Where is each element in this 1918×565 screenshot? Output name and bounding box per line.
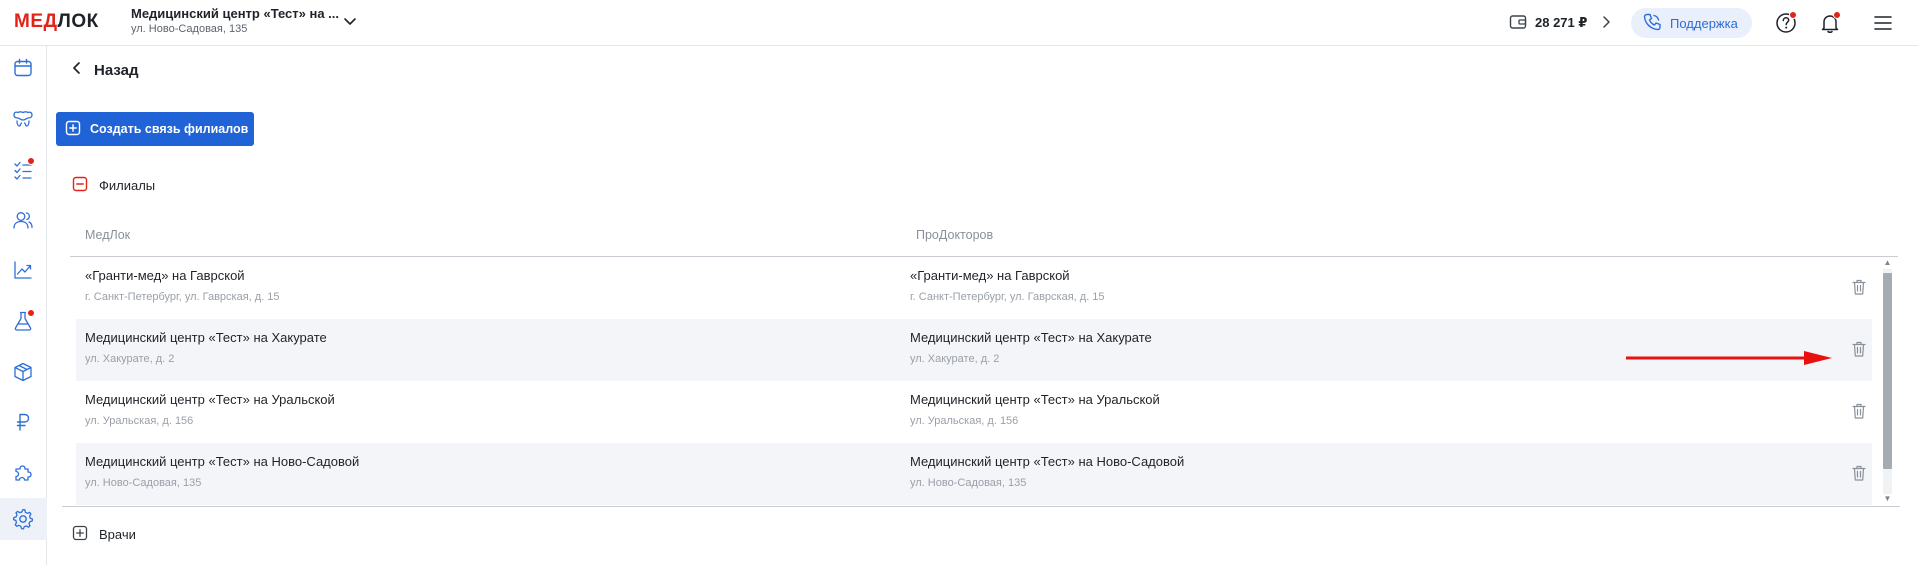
medlok-branch-address: ул. Хакурате, д. 2: [85, 353, 175, 365]
back-label: Назад: [94, 61, 139, 79]
table-row: Медицинский центр «Тест» на Уральской ул…: [76, 381, 1872, 443]
medlok-branch-name: Медицинский центр «Тест» на Уральской: [85, 392, 335, 407]
checklist-notification-dot: [27, 157, 35, 165]
balance-amount: 28 271 ₽: [1535, 15, 1588, 30]
table-scrollbar[interactable]: ▲ ▼: [1881, 257, 1893, 506]
users-icon[interactable]: [10, 207, 36, 233]
table-row: Медицинский центр «Тест» на Хакурате ул.…: [76, 319, 1872, 381]
scroll-thumb[interactable]: [1883, 273, 1892, 469]
minus-square-icon: [72, 176, 88, 195]
scroll-down-icon[interactable]: ▼: [1882, 494, 1893, 504]
help-icon[interactable]: [1773, 10, 1799, 36]
medlok-branch-address: г. Санкт-Петербург, ул. Гаврская, д. 15: [85, 291, 280, 303]
create-branch-link-label: Создать связь филиалов: [90, 122, 249, 136]
top-bar: МЕДЛОК Медицинский центр «Тест» на ... у…: [0, 0, 1918, 46]
wallet-icon: [1509, 14, 1527, 33]
chevron-left-icon: [72, 61, 82, 79]
clinic-selector[interactable]: Медицинский центр «Тест» на ... ул. Ново…: [131, 6, 339, 35]
annotation-arrow-icon: [1626, 351, 1832, 365]
analytics-icon[interactable]: [10, 257, 36, 283]
table-body: «Гранти-мед» на Гаврской г. Санкт-Петерб…: [70, 257, 1898, 506]
medlok-branch-name: «Гранти-мед» на Гаврской: [85, 268, 245, 283]
lab-notification-dot: [27, 309, 35, 317]
prodoctorov-branch-address: г. Санкт-Петербург, ул. Гаврская, д. 15: [910, 291, 1105, 303]
support-button[interactable]: Поддержка: [1631, 8, 1752, 38]
medlok-branch-address: ул. Ново-Садовая, 135: [85, 477, 202, 489]
sidebar: [0, 46, 47, 565]
prodoctorov-cell: «Гранти-мед» на Гаврской г. Санкт-Петерб…: [910, 268, 1105, 303]
table-row: «Гранти-мед» на Гаврской г. Санкт-Петерб…: [76, 257, 1872, 319]
prodoctorov-branch-name: Медицинский центр «Тест» на Уральской: [910, 392, 1160, 407]
prodoctorov-branch-name: Медицинский центр «Тест» на Ново-Садовой: [910, 454, 1185, 469]
medlok-cell: «Гранти-мед» на Гаврской г. Санкт-Петерб…: [85, 268, 280, 303]
logo-part-2: ЛОК: [57, 11, 99, 32]
clinic-address: ул. Ново-Садовая, 135: [131, 23, 248, 35]
branches-section-toggle[interactable]: Филиалы: [72, 176, 155, 195]
settings-icon[interactable]: [10, 506, 36, 532]
trash-icon[interactable]: [1849, 339, 1869, 359]
prodoctorov-branch-address: ул. Уральская, д. 156: [910, 415, 1019, 427]
column-header-prodoctorov: ПроДокторов: [916, 228, 994, 242]
create-branch-link-button[interactable]: Создать связь филиалов: [56, 112, 254, 146]
bell-notification-dot: [1833, 11, 1841, 19]
medlok-branch-name: Медицинский центр «Тест» на Ново-Садовой: [85, 454, 360, 469]
chevron-right-icon: [1601, 15, 1611, 32]
checklist-icon[interactable]: [10, 157, 36, 183]
chevron-down-icon[interactable]: [342, 13, 358, 29]
box-icon[interactable]: [10, 359, 36, 385]
scroll-up-icon[interactable]: ▲: [1882, 258, 1893, 268]
dental-icon[interactable]: [10, 106, 36, 132]
logo-part-1: МЕД: [14, 11, 58, 32]
prodoctorov-branch-name: «Гранти-мед» на Гаврской: [910, 268, 1070, 283]
table-header: МедЛок ПроДокторов: [70, 215, 1898, 257]
clinic-name: Медицинский центр «Тест» на ...: [131, 6, 340, 21]
balance-widget[interactable]: 28 271 ₽: [1509, 12, 1611, 34]
medlok-cell: Медицинский центр «Тест» на Ново-Садовой…: [85, 454, 359, 489]
prodoctorov-branch-address: ул. Хакурате, д. 2: [910, 353, 1000, 365]
medlok-branch-address: ул. Уральская, д. 156: [85, 415, 194, 427]
prodoctorov-cell: Медицинский центр «Тест» на Ново-Садовой…: [910, 454, 1184, 489]
puzzle-icon[interactable]: [10, 460, 36, 486]
bell-icon[interactable]: [1817, 10, 1843, 36]
help-notification-dot: [1789, 11, 1797, 19]
table-bottom-divider: [62, 506, 1900, 507]
plus-square-icon: [72, 525, 88, 544]
prodoctorov-branch-address: ул. Ново-Садовая, 135: [910, 477, 1027, 489]
support-label: Поддержка: [1670, 15, 1738, 31]
phone-icon: [1642, 12, 1662, 35]
trash-icon[interactable]: [1849, 463, 1869, 483]
doctors-section-toggle[interactable]: Врачи: [72, 525, 136, 544]
medlok-logo[interactable]: МЕДЛОК: [14, 11, 99, 33]
prodoctorov-branch-name: Медицинский центр «Тест» на Хакурате: [910, 330, 1152, 345]
prodoctorov-cell: Медицинский центр «Тест» на Хакурате ул.…: [910, 330, 1152, 365]
lab-flask-icon[interactable]: [10, 308, 36, 334]
branches-table: МедЛок ПроДокторов «Гранти-мед» на Гаврс…: [70, 215, 1898, 506]
branches-section-label: Филиалы: [99, 178, 156, 193]
doctors-section-label: Врачи: [99, 527, 136, 542]
ruble-icon[interactable]: [10, 409, 36, 435]
prodoctorov-cell: Медицинский центр «Тест» на Уральской ул…: [910, 392, 1160, 427]
table-row: Медицинский центр «Тест» на Ново-Садовой…: [76, 443, 1872, 505]
column-header-medlok: МедЛок: [85, 228, 131, 242]
medlok-cell: Медицинский центр «Тест» на Хакурате ул.…: [85, 330, 327, 365]
trash-icon[interactable]: [1849, 401, 1869, 421]
trash-icon[interactable]: [1849, 277, 1869, 297]
plus-square-icon: [65, 120, 81, 139]
hamburger-menu-icon[interactable]: [1870, 10, 1896, 36]
medlok-branch-name: Медицинский центр «Тест» на Хакурате: [85, 330, 327, 345]
back-link[interactable]: Назад: [72, 61, 138, 79]
medlok-cell: Медицинский центр «Тест» на Уральской ул…: [85, 392, 335, 427]
calendar-icon[interactable]: [10, 55, 36, 81]
